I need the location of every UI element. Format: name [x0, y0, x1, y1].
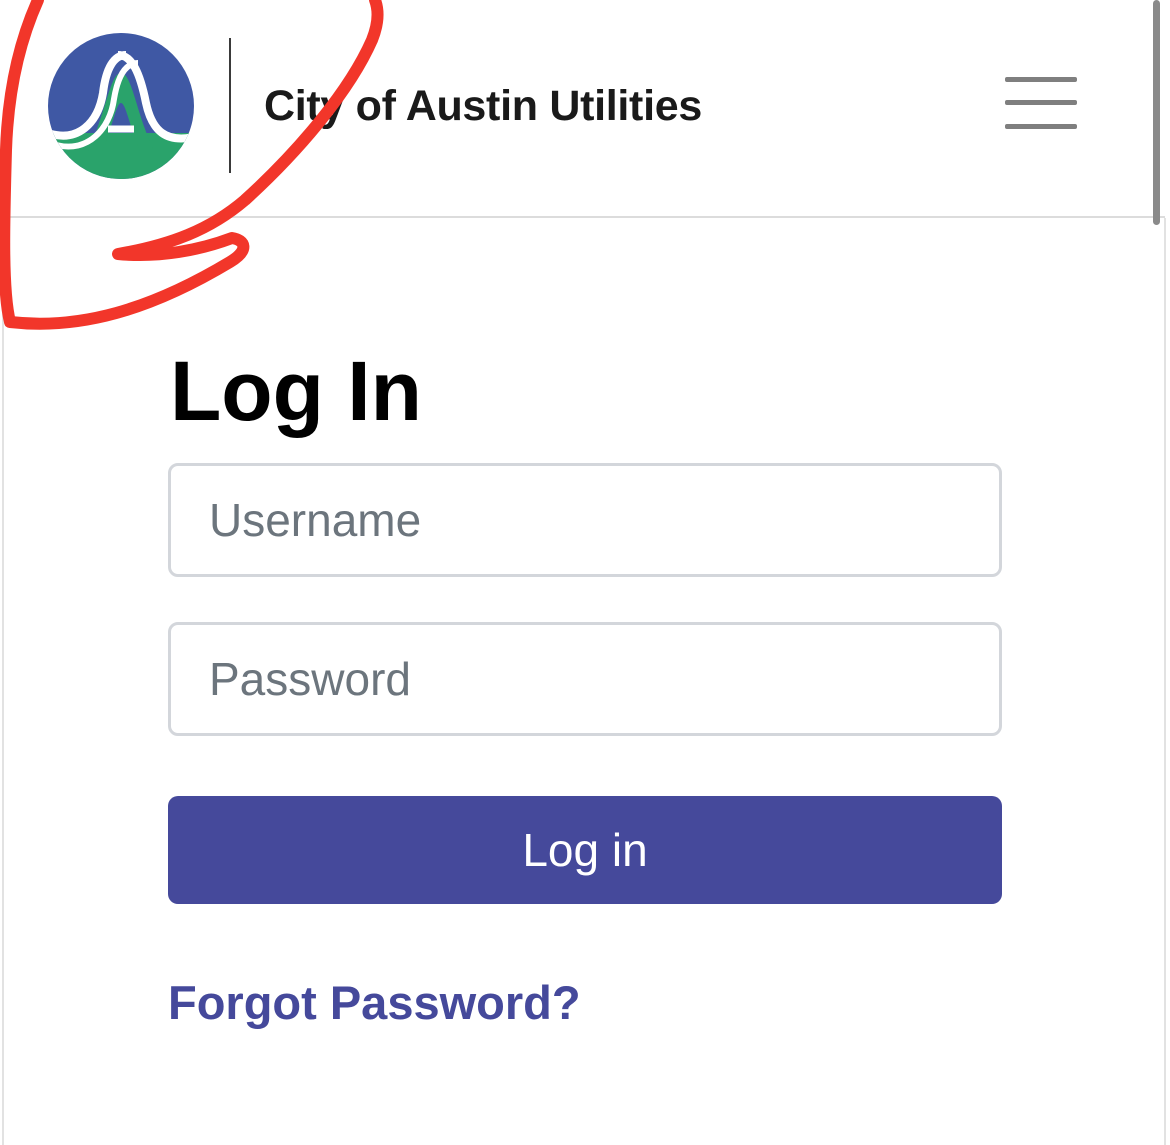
hamburger-menu-icon[interactable] [1000, 72, 1082, 138]
menu-bar [1005, 100, 1077, 105]
city-of-austin-logo-icon[interactable] [48, 33, 194, 179]
header-divider [229, 38, 231, 173]
scrollbar[interactable] [1153, 0, 1160, 225]
password-input[interactable] [168, 622, 1002, 736]
forgot-password-link[interactable]: Forgot Password? [168, 975, 581, 1030]
site-header: City of Austin Utilities [0, 0, 1165, 218]
username-input[interactable] [168, 463, 1002, 577]
menu-bar [1005, 77, 1077, 82]
brand-name[interactable]: City of Austin Utilities [264, 82, 702, 131]
login-button[interactable]: Log in [168, 796, 1002, 904]
page-title: Log In [170, 344, 422, 438]
menu-bar [1005, 124, 1077, 129]
login-page: City of Austin Utilities Log In Log in F… [0, 0, 1170, 1145]
